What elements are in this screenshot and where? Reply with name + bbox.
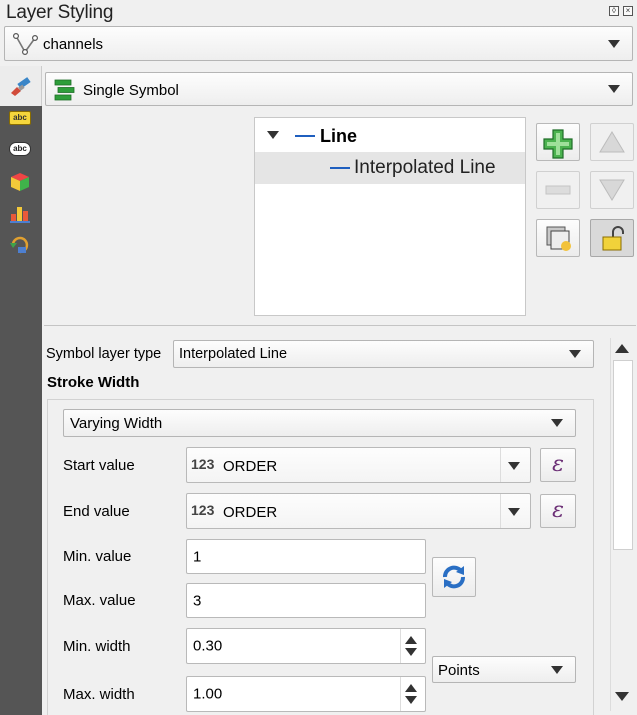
epsilon-icon: ε xyxy=(552,452,564,477)
renderer-select-value: Single Symbol xyxy=(83,82,179,99)
tree-item-label: Line xyxy=(320,126,358,146)
close-panel-icon[interactable]: × xyxy=(623,6,633,16)
layer-select[interactable]: channels xyxy=(4,26,633,61)
max-width-spinbox[interactable]: 1.00 xyxy=(186,676,426,712)
stroke-width-heading: Stroke Width xyxy=(47,374,140,391)
line-layer-icon xyxy=(13,33,39,56)
symbol-layer-type-select[interactable]: Interpolated Line xyxy=(173,340,594,368)
labels-icon[interactable]: abc xyxy=(9,111,31,131)
tree-item-label: Interpolated Line xyxy=(354,157,496,178)
min-value-input[interactable]: 1 xyxy=(186,539,426,574)
duplicate-icon xyxy=(546,226,571,251)
duplicate-symbol-layer-button[interactable] xyxy=(536,219,580,257)
start-value-field-value: ORDER xyxy=(223,458,278,475)
tree-item-line[interactable]: Line xyxy=(255,120,525,152)
scrollbar-thumb[interactable] xyxy=(613,360,633,550)
stroke-width-mode-value: Varying Width xyxy=(70,415,163,432)
numeric-field-icon: 123 xyxy=(191,456,215,472)
style-sidebar xyxy=(0,66,42,715)
end-value-field-value: ORDER xyxy=(223,504,278,521)
remove-symbol-layer-button[interactable] xyxy=(536,171,580,209)
min-width-spinbox[interactable]: 0.30 xyxy=(186,628,426,664)
plus-icon xyxy=(543,129,573,159)
start-value-field-select[interactable]: 123 ORDER xyxy=(186,447,531,483)
chevron-down-icon xyxy=(608,39,620,48)
max-width-label: Max. width xyxy=(63,686,135,703)
masks-icon[interactable]: abc xyxy=(9,142,31,162)
end-value-field-select[interactable]: 123 ORDER xyxy=(186,493,531,529)
scroll-down-icon[interactable] xyxy=(615,692,629,701)
lock-layer-button[interactable] xyxy=(590,219,634,257)
triangle-down-icon xyxy=(599,179,625,201)
diagrams-icon[interactable] xyxy=(9,204,31,224)
refresh-values-button[interactable] xyxy=(432,557,476,597)
move-up-button[interactable] xyxy=(590,123,634,161)
end-value-label: End value xyxy=(63,503,130,520)
renderer-select[interactable]: Single Symbol xyxy=(45,72,633,106)
max-value-text: 3 xyxy=(193,592,202,609)
spin-up-icon[interactable] xyxy=(405,684,417,692)
symbol-layer-type-label: Symbol layer type xyxy=(46,346,162,362)
width-unit-select[interactable]: Points xyxy=(432,656,576,683)
start-value-label: Start value xyxy=(63,457,135,474)
expression-button[interactable]: ε xyxy=(540,494,576,528)
float-panel-icon[interactable]: ◊ xyxy=(609,6,619,16)
chevron-down-icon xyxy=(608,85,620,93)
epsilon-icon: ε xyxy=(552,498,564,523)
max-width-text: 1.00 xyxy=(193,685,223,703)
layer-select-value: channels xyxy=(43,36,104,53)
chevron-down-icon xyxy=(551,665,563,674)
minus-icon xyxy=(545,185,571,195)
width-unit-value: Points xyxy=(438,662,480,679)
triangle-up-icon xyxy=(599,131,625,153)
max-value-input[interactable]: 3 xyxy=(186,583,426,618)
chevron-down-icon xyxy=(551,419,563,427)
panel-title: Layer Styling xyxy=(6,2,114,23)
max-value-label: Max. value xyxy=(63,592,136,609)
spin-up-icon[interactable] xyxy=(405,636,417,644)
add-symbol-layer-button[interactable] xyxy=(536,123,580,161)
paintbrush-icon[interactable] xyxy=(9,77,31,97)
move-down-button[interactable] xyxy=(590,171,634,209)
min-width-label: Min. width xyxy=(63,638,131,655)
tree-item-interpolated-line[interactable]: Interpolated Line xyxy=(255,152,525,184)
single-symbol-icon xyxy=(54,79,75,101)
spin-down-icon[interactable] xyxy=(405,648,417,656)
line-symbol-icon xyxy=(295,135,315,137)
symbol-layer-tree[interactable]: Line Interpolated Line xyxy=(254,117,526,316)
chevron-down-icon xyxy=(508,508,520,516)
chevron-down-icon xyxy=(508,462,520,470)
scroll-up-icon[interactable] xyxy=(615,344,629,353)
line-symbol-icon xyxy=(330,167,350,169)
min-value-label: Min. value xyxy=(63,548,132,565)
min-value-text: 1 xyxy=(193,548,202,565)
history-icon[interactable] xyxy=(9,235,31,255)
numeric-field-icon: 123 xyxy=(191,502,215,518)
refresh-icon xyxy=(443,565,465,589)
chevron-down-icon xyxy=(569,350,581,358)
spin-down-icon[interactable] xyxy=(405,696,417,704)
expression-button[interactable]: ε xyxy=(540,448,576,482)
splitter[interactable] xyxy=(44,325,636,326)
stroke-width-mode-select[interactable]: Varying Width xyxy=(63,409,576,437)
expand-arrow-icon[interactable] xyxy=(267,131,279,139)
symbol-layer-type-value: Interpolated Line xyxy=(179,346,288,362)
3d-view-icon[interactable] xyxy=(9,172,31,192)
unlock-icon xyxy=(602,226,624,251)
min-width-text: 0.30 xyxy=(193,637,223,655)
